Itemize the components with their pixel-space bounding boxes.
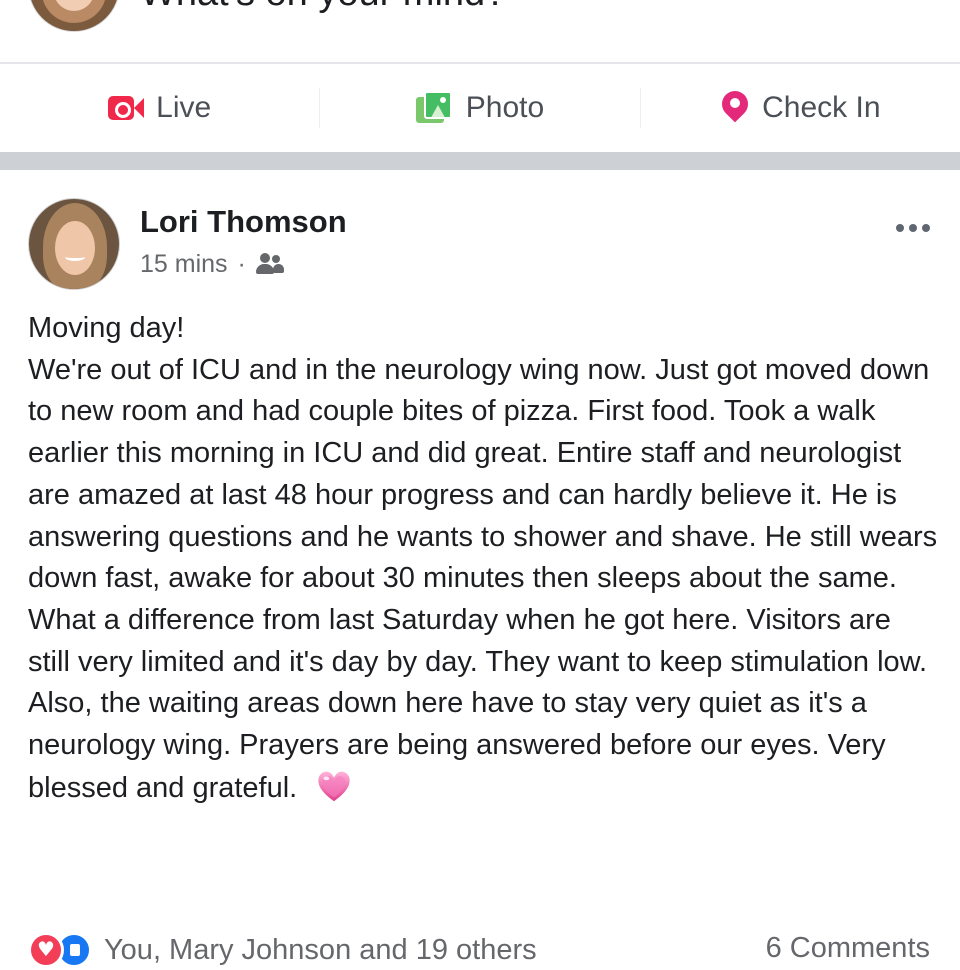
photo-icon — [415, 91, 454, 125]
location-pin-icon — [716, 85, 754, 127]
love-reaction-icon — [28, 932, 64, 968]
post-composer: What's on your mind? — [0, 0, 960, 62]
composer-action-bar: Live Photo Check In — [0, 64, 960, 152]
check-in-button[interactable]: Check In — [641, 64, 960, 152]
sparkling-heart-icon — [315, 767, 353, 805]
post-meta: 15 mins · — [140, 248, 284, 280]
post-body-text: Moving day! We're out of ICU and in the … — [28, 312, 938, 804]
meta-separator: · — [237, 249, 246, 278]
live-label: Live — [156, 91, 212, 124]
live-video-icon — [108, 94, 145, 122]
comment-count[interactable]: 6 Comments — [766, 932, 930, 965]
post-author-name[interactable]: Lori Thomson — [140, 204, 347, 240]
feed-section-separator — [0, 152, 960, 170]
more-options-icon[interactable] — [896, 224, 930, 232]
composer-prompt[interactable]: What's on your mind? — [140, 0, 506, 15]
composer-avatar — [28, 0, 120, 32]
photo-button[interactable]: Photo — [320, 64, 639, 152]
check-in-label: Check In — [762, 91, 881, 124]
live-button[interactable]: Live — [0, 64, 319, 152]
friends-icon[interactable] — [255, 253, 284, 275]
reactions-summary[interactable]: You, Mary Johnson and 19 others — [28, 930, 537, 970]
reaction-names[interactable]: You, Mary Johnson and 19 others — [104, 934, 537, 967]
photo-label: Photo — [465, 91, 545, 124]
author-avatar[interactable] — [28, 198, 120, 290]
post-body: Moving day! We're out of ICU and in the … — [28, 308, 938, 809]
post-timestamp[interactable]: 15 mins — [140, 250, 228, 279]
